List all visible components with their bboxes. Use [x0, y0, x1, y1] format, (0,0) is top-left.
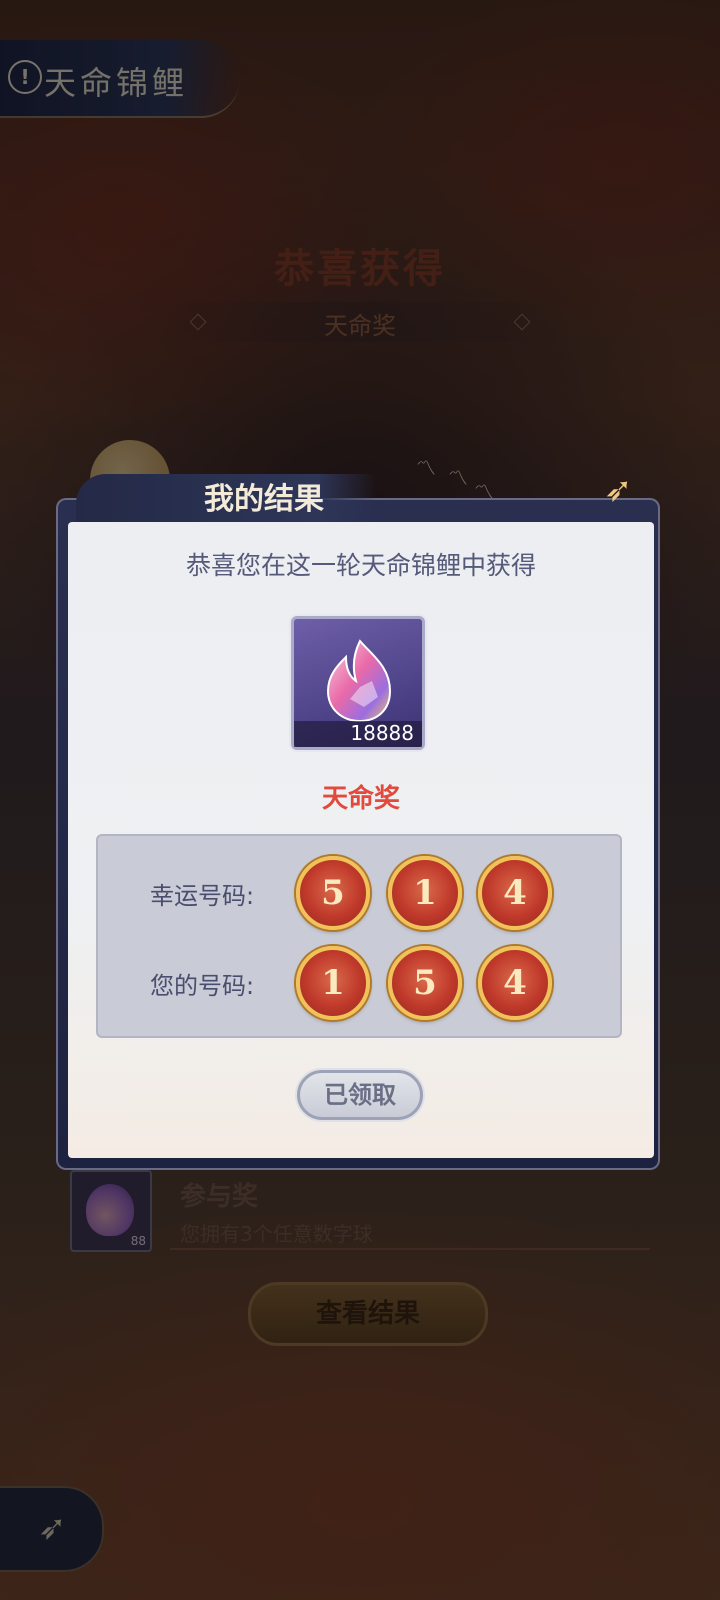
your-numbers-label: 您的号码:	[150, 972, 255, 1000]
item-count: 18888	[350, 721, 414, 745]
swallow-icon: ➶	[604, 470, 633, 510]
claimed-button[interactable]: 已领取	[297, 1070, 423, 1120]
prize-name: 天命奖	[321, 784, 400, 814]
lucky-number-ball: 4	[478, 856, 552, 930]
lucky-number-ball: 1	[388, 856, 462, 930]
congrats-message: 恭喜您在这一轮天命锦鲤中获得	[185, 551, 536, 580]
your-number-ball: 1	[296, 946, 370, 1020]
your-number-ball: 5	[388, 946, 462, 1020]
lucky-numbers-label: 幸运号码:	[150, 882, 255, 910]
reward-item[interactable]: 18888	[291, 616, 425, 750]
your-number-ball: 4	[478, 946, 552, 1020]
crystal-gem-icon	[326, 639, 392, 723]
dialog-title: 我的结果	[204, 482, 324, 517]
lucky-number-ball: 5	[296, 856, 370, 930]
